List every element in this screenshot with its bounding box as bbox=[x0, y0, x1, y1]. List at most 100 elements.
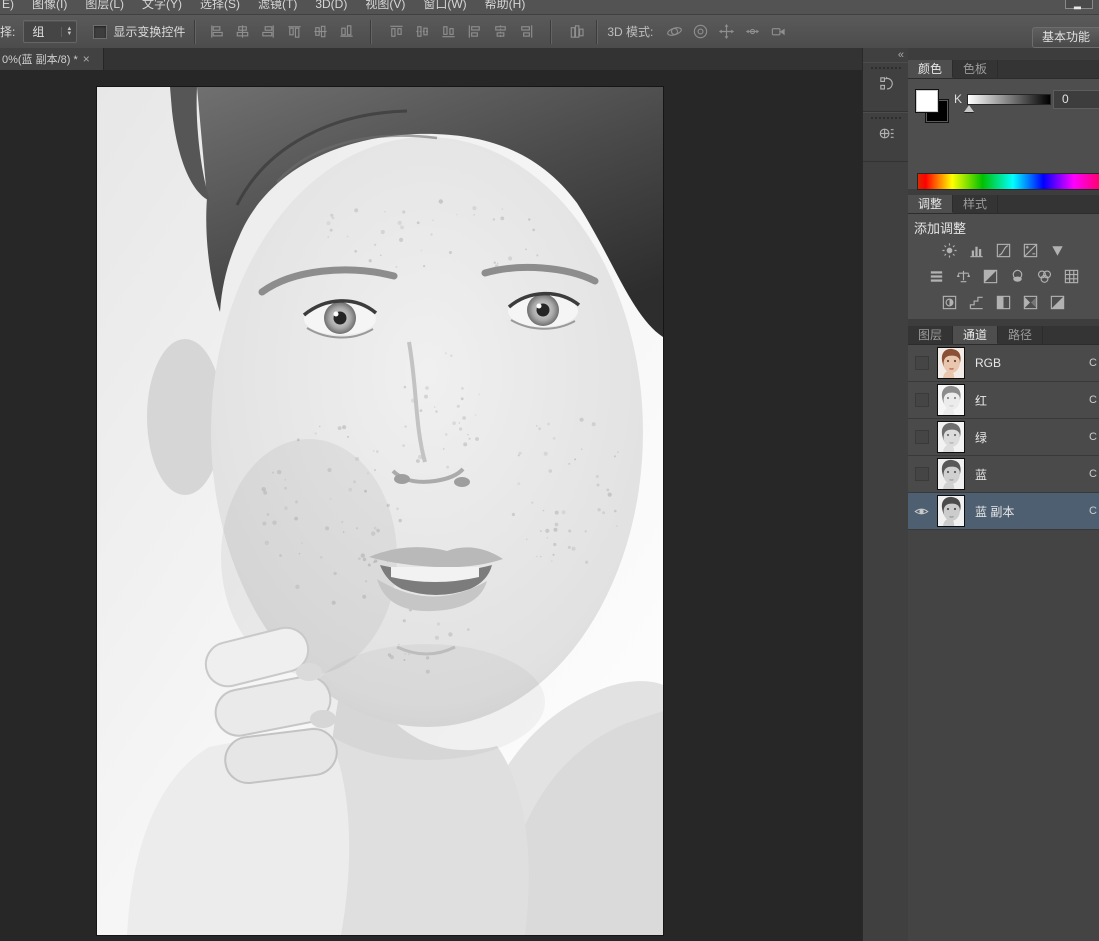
channels-panel-tabs: 图层通道路径 bbox=[908, 326, 1099, 345]
tab-close-button[interactable]: × bbox=[78, 48, 95, 70]
auto-select-dropdown[interactable]: 组 ▲▼ bbox=[23, 20, 77, 43]
visibility-toggle-empty[interactable] bbox=[913, 356, 930, 371]
adjustment-vibrance-icon[interactable] bbox=[1048, 240, 1068, 260]
color-panel-tabs: 颜色色板 bbox=[908, 60, 1099, 79]
color-panel-tab[interactable]: 色板 bbox=[953, 60, 998, 78]
align-horizontal-centers-icon[interactable] bbox=[231, 21, 253, 43]
adjustment-invert-icon[interactable] bbox=[940, 292, 960, 312]
visibility-toggle-empty[interactable] bbox=[913, 430, 930, 445]
3d-slide-icon[interactable] bbox=[741, 21, 763, 43]
portrait-photo bbox=[97, 87, 663, 935]
align-top-edges-icon[interactable] bbox=[283, 21, 305, 43]
3d-mode-label: 3D 模式: bbox=[607, 23, 653, 40]
color-spectrum-ramp[interactable] bbox=[917, 173, 1099, 190]
adjustment-color-balance-icon[interactable] bbox=[953, 266, 973, 286]
history-panel-icon bbox=[878, 75, 895, 97]
properties-panel-button[interactable] bbox=[863, 112, 909, 162]
adjustment-color-lookup-icon[interactable] bbox=[1061, 266, 1081, 286]
workspace-button[interactable]: 基本功能 bbox=[1032, 27, 1099, 48]
minimize-button[interactable]: ▂ bbox=[1065, 0, 1093, 9]
adjustment-curves-icon[interactable] bbox=[994, 240, 1014, 260]
menu-item[interactable]: 视图(V) bbox=[365, 0, 405, 11]
distribute-left-edges-icon[interactable] bbox=[463, 21, 485, 43]
adjustment-posterize-icon[interactable] bbox=[967, 292, 987, 312]
channel-row-3[interactable]: 蓝C bbox=[908, 456, 1099, 493]
align-vertical-centers-icon[interactable] bbox=[309, 21, 331, 43]
channel-name: RGB bbox=[975, 356, 1001, 370]
adjustments-panel-tab[interactable]: 样式 bbox=[953, 195, 998, 213]
adjustment-threshold-icon[interactable] bbox=[994, 292, 1014, 312]
menu-item[interactable]: 窗口(W) bbox=[423, 0, 466, 11]
distribute-top-edges-icon[interactable] bbox=[385, 21, 407, 43]
auto-align-layers-icon[interactable] bbox=[565, 21, 587, 43]
menu-item[interactable]: 帮助(H) bbox=[485, 0, 526, 11]
show-transform-checkbox[interactable] bbox=[93, 25, 107, 39]
visibility-eye-icon[interactable] bbox=[913, 504, 930, 519]
auto-select-label: 择: bbox=[0, 23, 15, 40]
document-canvas[interactable] bbox=[97, 87, 663, 935]
adjustment-black-white-icon[interactable] bbox=[980, 266, 1000, 286]
adjustment-exposure-icon[interactable] bbox=[1021, 240, 1041, 260]
menu-item[interactable]: 3D(D) bbox=[315, 0, 347, 11]
adjustments-panel-tab[interactable]: 调整 bbox=[908, 195, 953, 213]
channel-thumbnail bbox=[937, 495, 965, 527]
add-adjustment-label: 添加调整 bbox=[908, 214, 1099, 237]
color-panel-tab[interactable]: 颜色 bbox=[908, 60, 953, 78]
k-slider-marker[interactable] bbox=[964, 105, 974, 112]
menu-item[interactable]: 文字(Y) bbox=[142, 0, 182, 11]
align-right-edges-icon[interactable] bbox=[257, 21, 279, 43]
adjustment-hue-saturation-icon[interactable] bbox=[926, 266, 946, 286]
tool-options-bar: 择: 组 ▲▼ 显示变换控件 3D 模式: 基本功能 bbox=[0, 15, 1099, 49]
panel-dock: 颜色色板 K 0 调整样式 添加调整 图层通道路径 RGBC红C绿C蓝C bbox=[908, 48, 1099, 941]
history-panel-button[interactable] bbox=[863, 62, 909, 112]
adjustment-photo-filter-icon[interactable] bbox=[1007, 266, 1027, 286]
adjustment-icons-row bbox=[908, 237, 1099, 263]
separator bbox=[550, 20, 552, 44]
channel-row-2[interactable]: 绿C bbox=[908, 419, 1099, 456]
photoshop-window: E) 图像(I) 图层(L) 文字(Y) 选择(S) 滤镜(T) 3D(D) 视图(V) 窗口(… bbox=[0, 0, 1099, 941]
channel-row-rgb[interactable]: RGBC bbox=[908, 345, 1099, 382]
k-value-field[interactable]: 0 bbox=[1053, 90, 1099, 109]
channel-row-4[interactable]: 蓝 副本C bbox=[908, 493, 1099, 530]
adjustments-panel-group: 调整样式 添加调整 bbox=[908, 195, 1099, 319]
channels-panel-tab[interactable]: 路径 bbox=[998, 326, 1043, 344]
distribute-horizontal-centers-icon[interactable] bbox=[489, 21, 511, 43]
menu-item[interactable]: 滤镜(T) bbox=[258, 0, 297, 11]
collapse-dock-button[interactable]: « bbox=[898, 49, 904, 61]
3d-rotate-icon[interactable] bbox=[663, 21, 685, 43]
channels-panel-tab[interactable]: 通道 bbox=[953, 326, 998, 344]
adjustment-selective-color-icon[interactable] bbox=[1048, 292, 1068, 312]
adjustment-channel-mixer-icon[interactable] bbox=[1034, 266, 1054, 286]
3d-zoom-camera-icon[interactable] bbox=[767, 21, 789, 43]
channel-row-1[interactable]: 红C bbox=[908, 382, 1099, 419]
document-tab-title: 0%(蓝 副本/8) * bbox=[0, 51, 78, 67]
3d-pan-icon[interactable] bbox=[715, 21, 737, 43]
document-tab[interactable]: 0%(蓝 副本/8) * × bbox=[0, 48, 104, 70]
visibility-toggle-empty[interactable] bbox=[913, 467, 930, 482]
adjustment-levels-icon[interactable] bbox=[967, 240, 987, 260]
stepper-icon: ▲▼ bbox=[61, 27, 76, 37]
channel-name: 蓝 副本 bbox=[975, 503, 1014, 520]
distribute-bottom-edges-icon[interactable] bbox=[437, 21, 459, 43]
distribute-vertical-centers-icon[interactable] bbox=[411, 21, 433, 43]
auto-select-value: 组 bbox=[24, 23, 61, 40]
menu-item[interactable]: 图像(I) bbox=[32, 0, 67, 11]
adjustment-brightness-contrast-icon[interactable] bbox=[940, 240, 960, 260]
k-slider[interactable] bbox=[967, 94, 1051, 105]
menu-item[interactable]: E) bbox=[2, 0, 14, 11]
canvas-pasteboard[interactable] bbox=[0, 70, 862, 941]
align-left-edges-icon[interactable] bbox=[205, 21, 227, 43]
align-bottom-edges-icon[interactable] bbox=[335, 21, 357, 43]
menu-item[interactable]: 选择(S) bbox=[200, 0, 240, 11]
menu-item[interactable]: 图层(L) bbox=[85, 0, 124, 11]
distribute-right-edges-icon[interactable] bbox=[515, 21, 537, 43]
3d-roll-icon[interactable] bbox=[689, 21, 711, 43]
foreground-color-swatch[interactable] bbox=[915, 89, 939, 113]
visibility-toggle-empty[interactable] bbox=[913, 393, 930, 408]
separator bbox=[194, 20, 196, 44]
minimize-icon: ▂ bbox=[1074, 1, 1081, 7]
adjustment-gradient-map-icon[interactable] bbox=[1021, 292, 1041, 312]
channels-panel-group: 图层通道路径 RGBC红C绿C蓝C蓝 副本C bbox=[908, 326, 1099, 941]
channels-panel-tab[interactable]: 图层 bbox=[908, 326, 953, 344]
grip-icon bbox=[871, 117, 901, 119]
